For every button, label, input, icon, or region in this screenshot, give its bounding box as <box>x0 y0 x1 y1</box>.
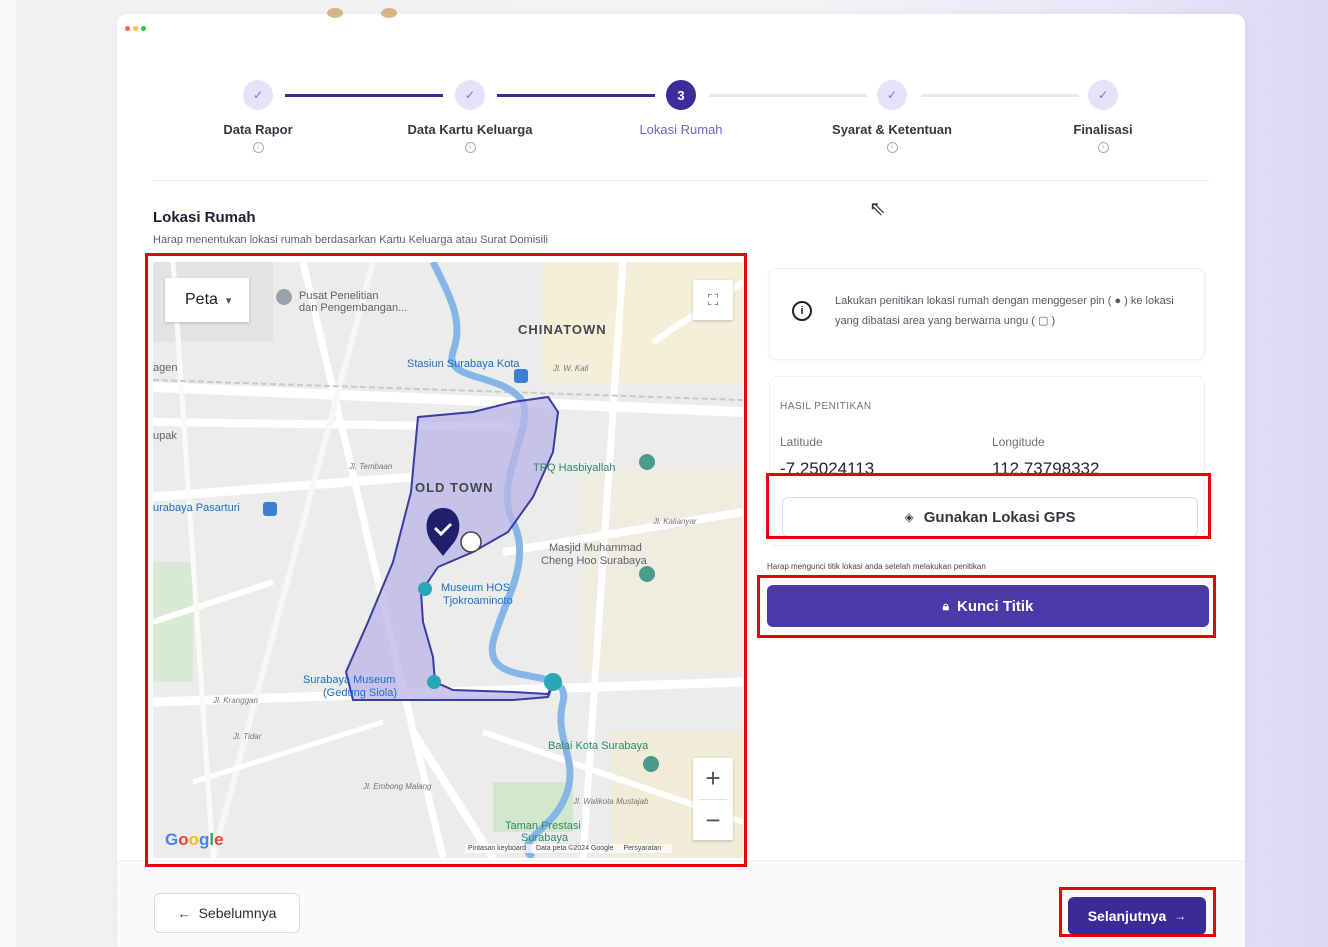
step-label: Data Kartu Keluarga <box>407 122 533 137</box>
highlight-lock-button <box>757 575 1216 638</box>
step-lokasi-rumah[interactable]: 3 Lokasi Rumah <box>581 80 781 137</box>
step-label: Finalisasi <box>1073 122 1133 137</box>
check-icon: ✓ <box>455 80 485 110</box>
longitude-label: Longitude <box>992 435 1045 449</box>
check-icon: ✓ <box>1088 80 1118 110</box>
highlight-map <box>145 253 747 867</box>
step-data-rapor[interactable]: ✓ Data Rapor i <box>158 80 358 153</box>
section-title: Lokasi Rumah <box>153 209 256 226</box>
info-icon[interactable]: i <box>464 142 476 153</box>
lock-hint: Harap mengunci titik lokasi anda setelah… <box>767 562 986 571</box>
check-icon: ✓ <box>877 80 907 110</box>
step-data-kartu-keluarga[interactable]: ✓ Data Kartu Keluarga i <box>370 80 570 153</box>
check-icon: ✓ <box>243 80 273 110</box>
step-number: 3 <box>666 80 696 110</box>
instruction-text: Lakukan penitikan lokasi rumah dengan me… <box>835 295 1174 327</box>
step-label: Lokasi Rumah <box>639 122 723 137</box>
highlight-gps-button <box>766 473 1211 539</box>
divider <box>153 180 1209 181</box>
step-syarat-ketentuan[interactable]: ✓ Syarat & Ketentuan i <box>792 80 992 153</box>
previous-label: Sebelumnya <box>198 905 277 921</box>
background-left-strip <box>0 0 16 947</box>
progress-stepper: ✓ Data Rapor i ✓ Data Kartu Keluarga i 3… <box>117 14 1245 174</box>
info-icon[interactable]: i <box>1097 142 1109 153</box>
result-title: HASIL PENITIKAN <box>780 401 872 412</box>
instruction-box: i Lakukan penitikan lokasi rumah dengan … <box>769 268 1205 360</box>
step-label: Data Rapor <box>223 122 293 137</box>
previous-button[interactable]: ← Sebelumnya <box>154 893 300 933</box>
info-icon[interactable]: i <box>886 142 898 153</box>
step-finalisasi[interactable]: ✓ Finalisasi i <box>1003 80 1203 153</box>
arrow-left-icon: ← <box>177 905 191 921</box>
section-subtitle: Harap menentukan lokasi rumah berdasarka… <box>153 234 548 246</box>
step-label: Syarat & Ketentuan <box>832 122 952 137</box>
mouse-cursor-icon: ⇖ <box>869 198 886 220</box>
latitude-label: Latitude <box>780 435 823 449</box>
info-icon[interactable]: i <box>252 142 264 153</box>
highlight-next-button <box>1059 887 1216 937</box>
info-icon: i <box>792 301 812 321</box>
